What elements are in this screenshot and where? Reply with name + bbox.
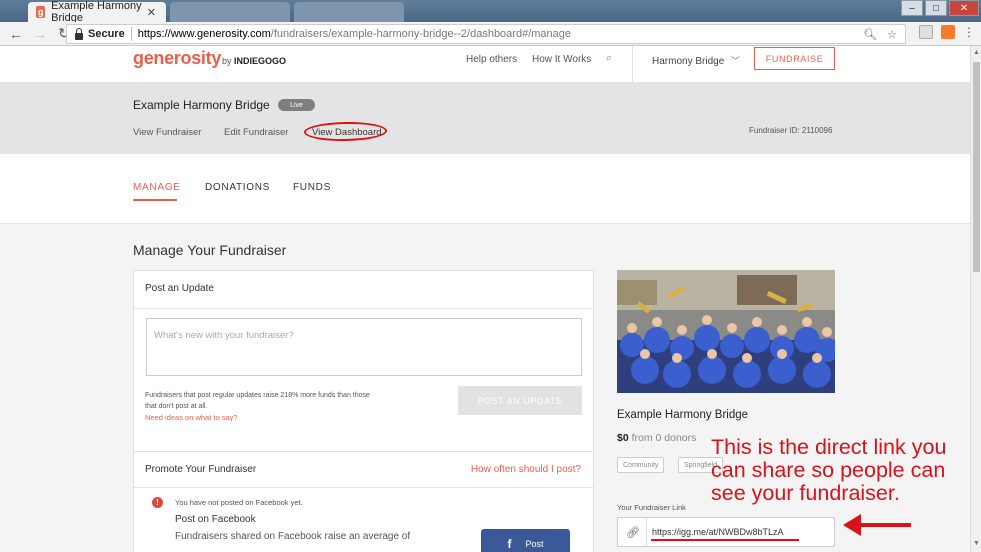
how-often-link[interactable]: How often should I post? [471, 464, 581, 475]
user-name: Harmony Bridge [652, 56, 725, 67]
annotation-text: This is the direct link you can share so… [711, 435, 947, 505]
dashboard-tabs: MANAGE DONATIONS FUNDS [0, 154, 970, 224]
window-close-icon[interactable]: ✕ [949, 0, 979, 16]
alert-icon: ! [152, 497, 163, 508]
menu-kebab-icon[interactable]: ⋮ [963, 25, 975, 39]
chevron-down-icon: ﹀ [731, 56, 741, 66]
facebook-description: Fundraisers shared on Facebook raise an … [175, 531, 411, 542]
url-host: https://www.generosity.com [137, 28, 271, 40]
help-others-link[interactable]: Help others [466, 54, 517, 65]
fundraiser-link-label: Your Fundraiser Link [617, 503, 686, 512]
site-header: generosity by INDIEGOGO Help others How … [0, 46, 970, 82]
browser-tab-3[interactable] [294, 2, 404, 22]
generosity-logo[interactable]: generosity [133, 48, 221, 69]
browser-toolbar: ← → ↻ Secure https://www.generosity.com /… [0, 22, 981, 46]
red-arrow-icon [843, 514, 911, 536]
how-it-works-link[interactable]: How It Works [532, 54, 591, 65]
sidebar-fundraiser-title: Example Harmony Bridge [617, 409, 749, 421]
browser-tab-active[interactable]: g Example Harmony Bridge ✕ [28, 0, 166, 24]
extension-icon[interactable] [919, 25, 933, 39]
promote-card: Promote Your Fundraiser How often should… [133, 451, 594, 552]
generosity-favicon-icon: g [36, 6, 46, 18]
by-prefix: by [222, 56, 232, 66]
lock-icon [75, 27, 83, 40]
facebook-icon: f [507, 537, 512, 551]
user-menu[interactable]: Harmony Bridge ﹀ [652, 54, 740, 67]
amount-value: $0 [617, 432, 629, 444]
scroll-thumb[interactable] [973, 62, 980, 272]
fundraiser-title: Example Harmony Bridge [133, 98, 270, 112]
zoom-icon[interactable]: 🔍︎ [863, 28, 877, 41]
card-heading: Post an Update [134, 271, 593, 309]
tab-close-icon[interactable]: ✕ [147, 6, 156, 19]
window-controls: – □ ✕ [901, 0, 979, 16]
red-circle-annotation [303, 121, 388, 142]
link-divider [646, 518, 647, 546]
active-tab-underline [133, 199, 177, 201]
facebook-post-button[interactable]: f Post [481, 529, 570, 552]
tab-manage[interactable]: MANAGE [133, 182, 181, 193]
tab-funds[interactable]: FUNDS [293, 182, 331, 193]
browser-tab-bar: g Example Harmony Bridge ✕ – □ ✕ [0, 0, 981, 24]
tag-community[interactable]: Community [617, 457, 665, 473]
edit-fundraiser-link[interactable]: Edit Fundraiser [224, 127, 288, 138]
address-bar-icons: 🔍︎ ☆ [863, 28, 897, 41]
facebook-post-label: Post [525, 539, 544, 549]
ideas-link[interactable]: Need ideas on what to say? [145, 413, 238, 422]
facebook-title: Post on Facebook [175, 514, 256, 525]
url-path: /fundraisers/example-harmony-bridge--2/d… [270, 28, 571, 40]
update-info-line2: that don't post at all. [145, 403, 208, 410]
fundraiser-subheader: Example Harmony Bridge Live View Fundrai… [0, 82, 970, 154]
browser-tab-2[interactable] [170, 2, 290, 22]
fundraiser-link-url[interactable]: https://igg.me/at/NWBDw8bTLzA [652, 527, 784, 537]
hubspot-extension-icon[interactable] [941, 25, 955, 39]
indiegogo-brand: INDIEGOGO [234, 56, 287, 66]
donor-count: from 0 donors [631, 432, 697, 444]
view-fundraiser-link[interactable]: View Fundraiser [133, 127, 201, 138]
fundraiser-photo [617, 270, 835, 393]
scroll-up-icon[interactable]: ▲ [972, 49, 981, 58]
address-divider [130, 27, 132, 41]
band-group-photo [617, 270, 835, 393]
amount-raised: $0 from 0 donors [617, 432, 696, 444]
minimize-icon[interactable]: – [901, 0, 923, 16]
search-icon[interactable]: ⌕ [606, 52, 612, 65]
page-viewport: generosity by INDIEGOGO Help others How … [0, 46, 970, 552]
tab-donations[interactable]: DONATIONS [205, 182, 270, 193]
back-arrow-icon[interactable]: ← [8, 26, 24, 42]
scroll-down-icon[interactable]: ▼ [972, 540, 981, 549]
page-scrollbar[interactable]: ▲ ▼ [970, 46, 981, 552]
post-update-card: Post an Update What's new with your fund… [133, 270, 594, 480]
header-divider [632, 46, 633, 82]
secure-label: Secure [88, 28, 125, 40]
post-update-button[interactable]: POST AN UPDATE [458, 386, 582, 415]
page-title: Manage Your Fundraiser [133, 242, 287, 258]
link-icon: 🔗︎ [626, 527, 640, 539]
update-info-line1: Fundraisers that post regular updates ra… [145, 392, 370, 399]
red-underline-annotation [651, 539, 799, 541]
fundraiser-id: Fundraiser ID: 2110096 [749, 126, 833, 135]
by-indiegogo: by INDIEGOGO [222, 56, 286, 66]
forward-arrow-icon[interactable]: → [32, 26, 48, 42]
facebook-warning: You have not posted on Facebook yet. [175, 498, 303, 507]
fundraiser-link-field[interactable]: 🔗︎ https://igg.me/at/NWBDw8bTLzA [617, 517, 835, 547]
extension-icons: ⋮ [919, 25, 975, 39]
update-textarea[interactable]: What's new with your fundraiser? [146, 318, 582, 376]
address-bar[interactable]: Secure https://www.generosity.com/fundra… [66, 24, 906, 44]
bookmark-star-icon[interactable]: ☆ [887, 28, 897, 41]
tab-title: Example Harmony Bridge [51, 0, 142, 24]
maximize-icon[interactable]: □ [925, 0, 947, 16]
fundraise-button[interactable]: FUNDRAISE [754, 47, 835, 70]
status-badge: Live [278, 99, 315, 111]
